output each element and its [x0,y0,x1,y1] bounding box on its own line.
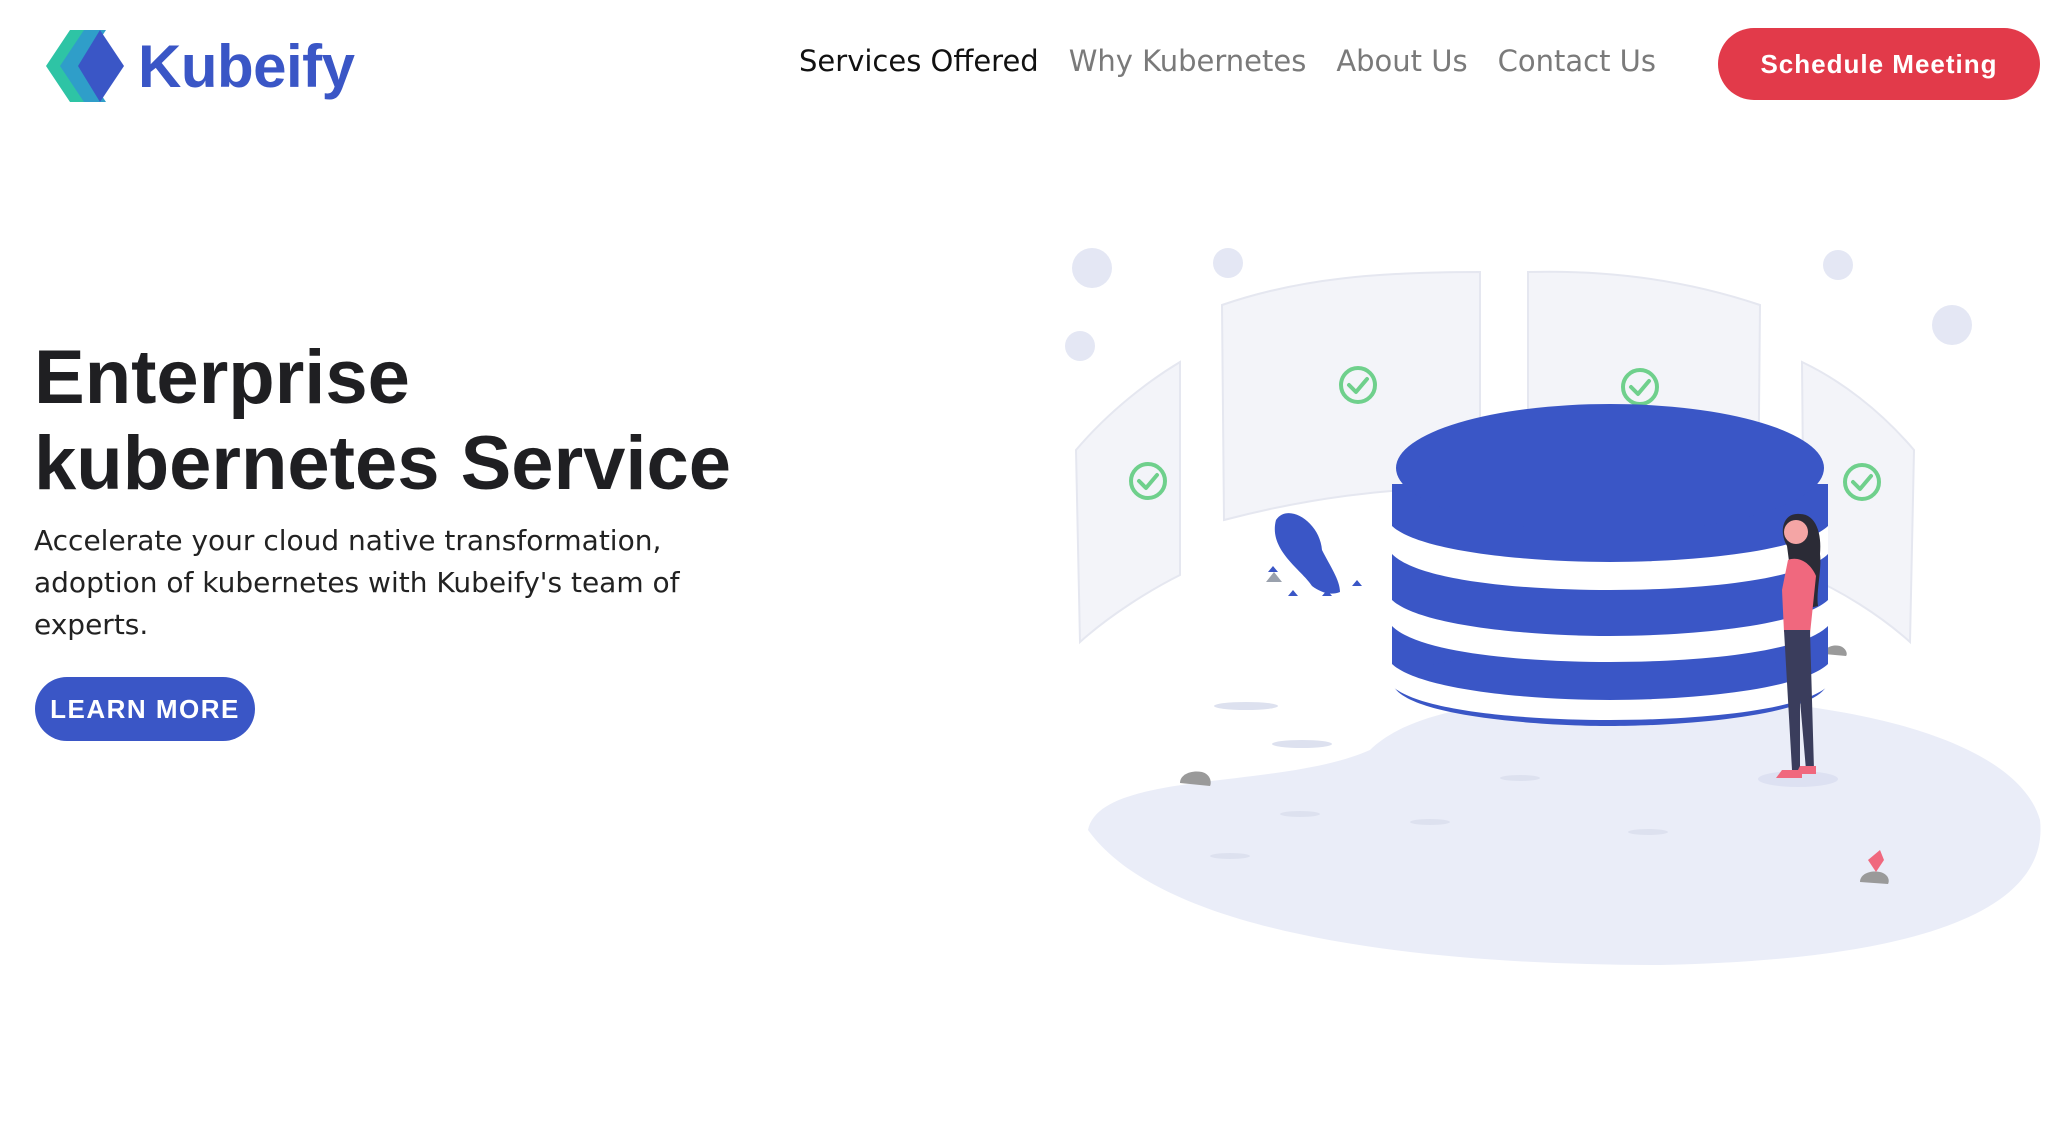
database-icon [1392,404,1828,726]
schedule-meeting-button[interactable]: Schedule Meeting [1718,28,2040,100]
hero-title-line-2: kubernetes Service [34,421,732,506]
nav-about-us[interactable]: About Us [1336,44,1467,78]
plant-icon [1266,513,1362,596]
main-nav: Services Offered Why Kubernetes About Us… [799,44,1656,78]
nav-contact-us[interactable]: Contact Us [1498,44,1656,78]
floor-shape [1088,696,2041,965]
nav-services-offered[interactable]: Services Offered [799,44,1039,78]
kubeify-logo-icon [46,30,124,102]
hero-title: Enterprise kubernetes Service [34,335,834,507]
site-header: Kubeify Services Offered Why Kubernetes … [0,0,2068,130]
brand-logo[interactable]: Kubeify [44,26,364,106]
learn-more-button[interactable]: LEARN MORE [35,677,255,741]
hero-illustration [1065,248,2041,965]
nav-why-kubernetes[interactable]: Why Kubernetes [1069,44,1307,78]
brand-name: Kubeify [138,32,355,100]
hero-subtitle: Accelerate your cloud native transformat… [34,524,680,641]
bubbles [1065,248,1972,361]
hero-title-line-1: Enterprise [34,335,410,420]
panel-left [1074,360,1181,645]
